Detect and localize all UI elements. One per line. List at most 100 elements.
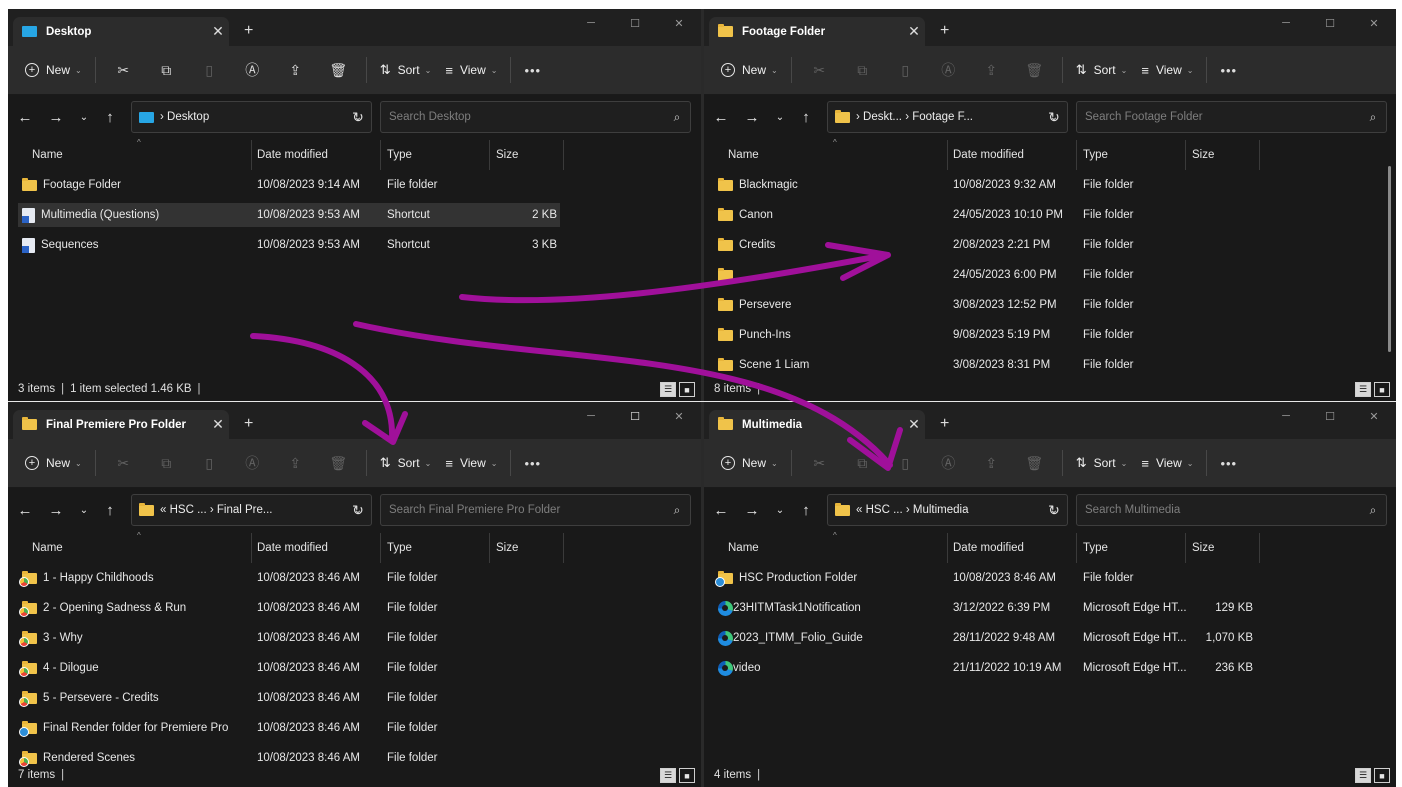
sort-button[interactable]: ⇅ Sort ⌄	[373, 448, 439, 478]
maximize-button[interactable]: ☐	[1308, 402, 1352, 430]
list-item[interactable]: Scene 1 Liam 3/08/2023 8:31 PM File fold…	[714, 353, 1254, 377]
share-button[interactable]: ⇪	[970, 448, 1013, 478]
address-bar[interactable]: « HSC ... › Final Pre... ⌄	[131, 494, 372, 526]
search-input[interactable]	[1085, 504, 1360, 516]
rename-button[interactable]: Ⓐ	[927, 448, 970, 478]
share-button[interactable]: ⇪	[274, 448, 317, 478]
list-item[interactable]: Blackmagic 10/08/2023 9:32 AM File folde…	[714, 173, 1254, 197]
vertical-scrollbar[interactable]	[1388, 166, 1391, 352]
search-box[interactable]: ⌕	[380, 101, 691, 133]
new-tab-button[interactable]: +	[244, 415, 253, 433]
back-arrow-icon[interactable]: ←	[709, 497, 733, 523]
copy-button[interactable]: ⧉	[841, 55, 884, 85]
tab-desktop[interactable]: Desktop ✕	[13, 17, 229, 46]
minimize-button[interactable]: ─	[1264, 9, 1308, 37]
recent-locations-chevron-icon[interactable]: ⌄	[768, 497, 792, 523]
rename-button[interactable]: Ⓐ	[927, 55, 970, 85]
close-tab-icon[interactable]: ✕	[207, 416, 229, 433]
close-tab-icon[interactable]: ✕	[207, 23, 229, 40]
search-input[interactable]	[389, 111, 664, 123]
up-arrow-icon[interactable]: ↑	[794, 104, 818, 130]
column-header-name[interactable]: Name ^	[25, 531, 252, 563]
breadcrumb[interactable]: « HSC ... › Multimedia	[856, 504, 1041, 516]
paste-button[interactable]: ▯	[188, 448, 231, 478]
view-button[interactable]: ≡ View ⌄	[1134, 448, 1200, 478]
back-arrow-icon[interactable]: ←	[709, 104, 733, 130]
back-arrow-icon[interactable]: ←	[13, 104, 37, 130]
sort-button[interactable]: ⇅ Sort ⌄	[1069, 448, 1135, 478]
view-button[interactable]: ≡ View ⌄	[438, 55, 504, 85]
list-item[interactable]: Persevere 3/08/2023 12:52 PM File folder	[714, 293, 1254, 317]
maximize-button[interactable]: ☐	[613, 402, 657, 430]
tab-footage-folder[interactable]: Footage Folder ✕	[709, 17, 925, 46]
cut-button[interactable]: ✂	[102, 448, 145, 478]
new-button[interactable]: + New ⌄	[714, 448, 785, 478]
refresh-icon[interactable]: ↻	[1041, 497, 1067, 523]
list-item[interactable]: 23HITMTask1Notification 3/12/2022 6:39 P…	[714, 596, 1254, 620]
rename-button[interactable]: Ⓐ	[231, 55, 274, 85]
view-button[interactable]: ≡ View ⌄	[438, 448, 504, 478]
more-options-button[interactable]: •••	[517, 55, 548, 85]
tab-multimedia[interactable]: Multimedia ✕	[709, 410, 925, 439]
details-view-icon[interactable]: ☰	[660, 382, 676, 397]
back-arrow-icon[interactable]: ←	[13, 497, 37, 523]
delete-button[interactable]: 🗑	[317, 55, 360, 85]
new-tab-button[interactable]: +	[244, 22, 253, 40]
up-arrow-icon[interactable]: ↑	[98, 497, 122, 523]
paste-button[interactable]: ▯	[884, 55, 927, 85]
search-icon[interactable]: ⌕	[664, 110, 690, 125]
tiles-view-icon[interactable]: ■	[679, 768, 695, 783]
search-icon[interactable]: ⌕	[664, 503, 690, 518]
delete-button[interactable]: 🗑	[317, 448, 360, 478]
more-options-button[interactable]: •••	[1213, 448, 1244, 478]
recent-locations-chevron-icon[interactable]: ⌄	[72, 104, 96, 130]
search-input[interactable]	[389, 504, 664, 516]
column-header-date[interactable]: Date modified	[250, 140, 381, 170]
copy-button[interactable]: ⧉	[841, 448, 884, 478]
recent-locations-chevron-icon[interactable]: ⌄	[768, 104, 792, 130]
list-item[interactable]: HSC Production Folder 10/08/2023 8:46 AM…	[714, 566, 1254, 590]
share-button[interactable]: ⇪	[274, 55, 317, 85]
details-view-icon[interactable]: ☰	[1355, 768, 1371, 783]
details-view-icon[interactable]: ☰	[1355, 382, 1371, 397]
sort-button[interactable]: ⇅ Sort ⌄	[373, 55, 439, 85]
close-window-button[interactable]: ✕	[1352, 402, 1396, 430]
forward-arrow-icon[interactable]: →	[44, 497, 68, 523]
list-item[interactable]: 3 - Why 10/08/2023 8:46 AM File folder	[18, 626, 558, 650]
list-item[interactable]: Punch-Ins 9/08/2023 5:19 PM File folder	[714, 323, 1254, 347]
more-options-button[interactable]: •••	[517, 448, 548, 478]
address-bar[interactable]: › Deskt... › Footage F... ⌄	[827, 101, 1068, 133]
tiles-view-icon[interactable]: ■	[1374, 382, 1390, 397]
column-header-date[interactable]: Date modified	[250, 533, 381, 563]
column-header-name[interactable]: Name ^	[721, 138, 948, 170]
close-tab-icon[interactable]: ✕	[903, 23, 925, 40]
cut-button[interactable]: ✂	[798, 448, 841, 478]
paste-button[interactable]: ▯	[884, 448, 927, 478]
list-item[interactable]: Credits 2/08/2023 2:21 PM File folder	[714, 233, 1254, 257]
maximize-button[interactable]: ☐	[1308, 9, 1352, 37]
list-item[interactable]: 2 - Opening Sadness & Run 10/08/2023 8:4…	[18, 596, 558, 620]
forward-arrow-icon[interactable]: →	[740, 104, 764, 130]
search-icon[interactable]: ⌕	[1360, 503, 1386, 518]
breadcrumb[interactable]: « HSC ... › Final Pre...	[160, 504, 345, 516]
tiles-view-icon[interactable]: ■	[679, 382, 695, 397]
view-button[interactable]: ≡ View ⌄	[1134, 55, 1200, 85]
up-arrow-icon[interactable]: ↑	[98, 104, 122, 130]
search-box[interactable]: ⌕	[380, 494, 691, 526]
list-item[interactable]: Canon 24/05/2023 10:10 PM File folder	[714, 203, 1254, 227]
list-item[interactable]: video 21/11/2022 10:19 AM Microsoft Edge…	[714, 656, 1254, 680]
new-button[interactable]: + New ⌄	[714, 55, 785, 85]
list-item[interactable]: 1 - Happy Childhoods 10/08/2023 8:46 AM …	[18, 566, 558, 590]
column-header-date[interactable]: Date modified	[946, 533, 1077, 563]
up-arrow-icon[interactable]: ↑	[794, 497, 818, 523]
minimize-button[interactable]: ─	[1264, 402, 1308, 430]
paste-button[interactable]: ▯	[188, 55, 231, 85]
copy-button[interactable]: ⧉	[145, 448, 188, 478]
close-window-button[interactable]: ✕	[657, 9, 701, 37]
column-header-type[interactable]: Type	[380, 533, 490, 563]
cut-button[interactable]: ✂	[102, 55, 145, 85]
close-window-button[interactable]: ✕	[1352, 9, 1396, 37]
column-header-name[interactable]: Name ^	[25, 138, 252, 170]
new-tab-button[interactable]: +	[940, 22, 949, 40]
tiles-view-icon[interactable]: ■	[1374, 768, 1390, 783]
